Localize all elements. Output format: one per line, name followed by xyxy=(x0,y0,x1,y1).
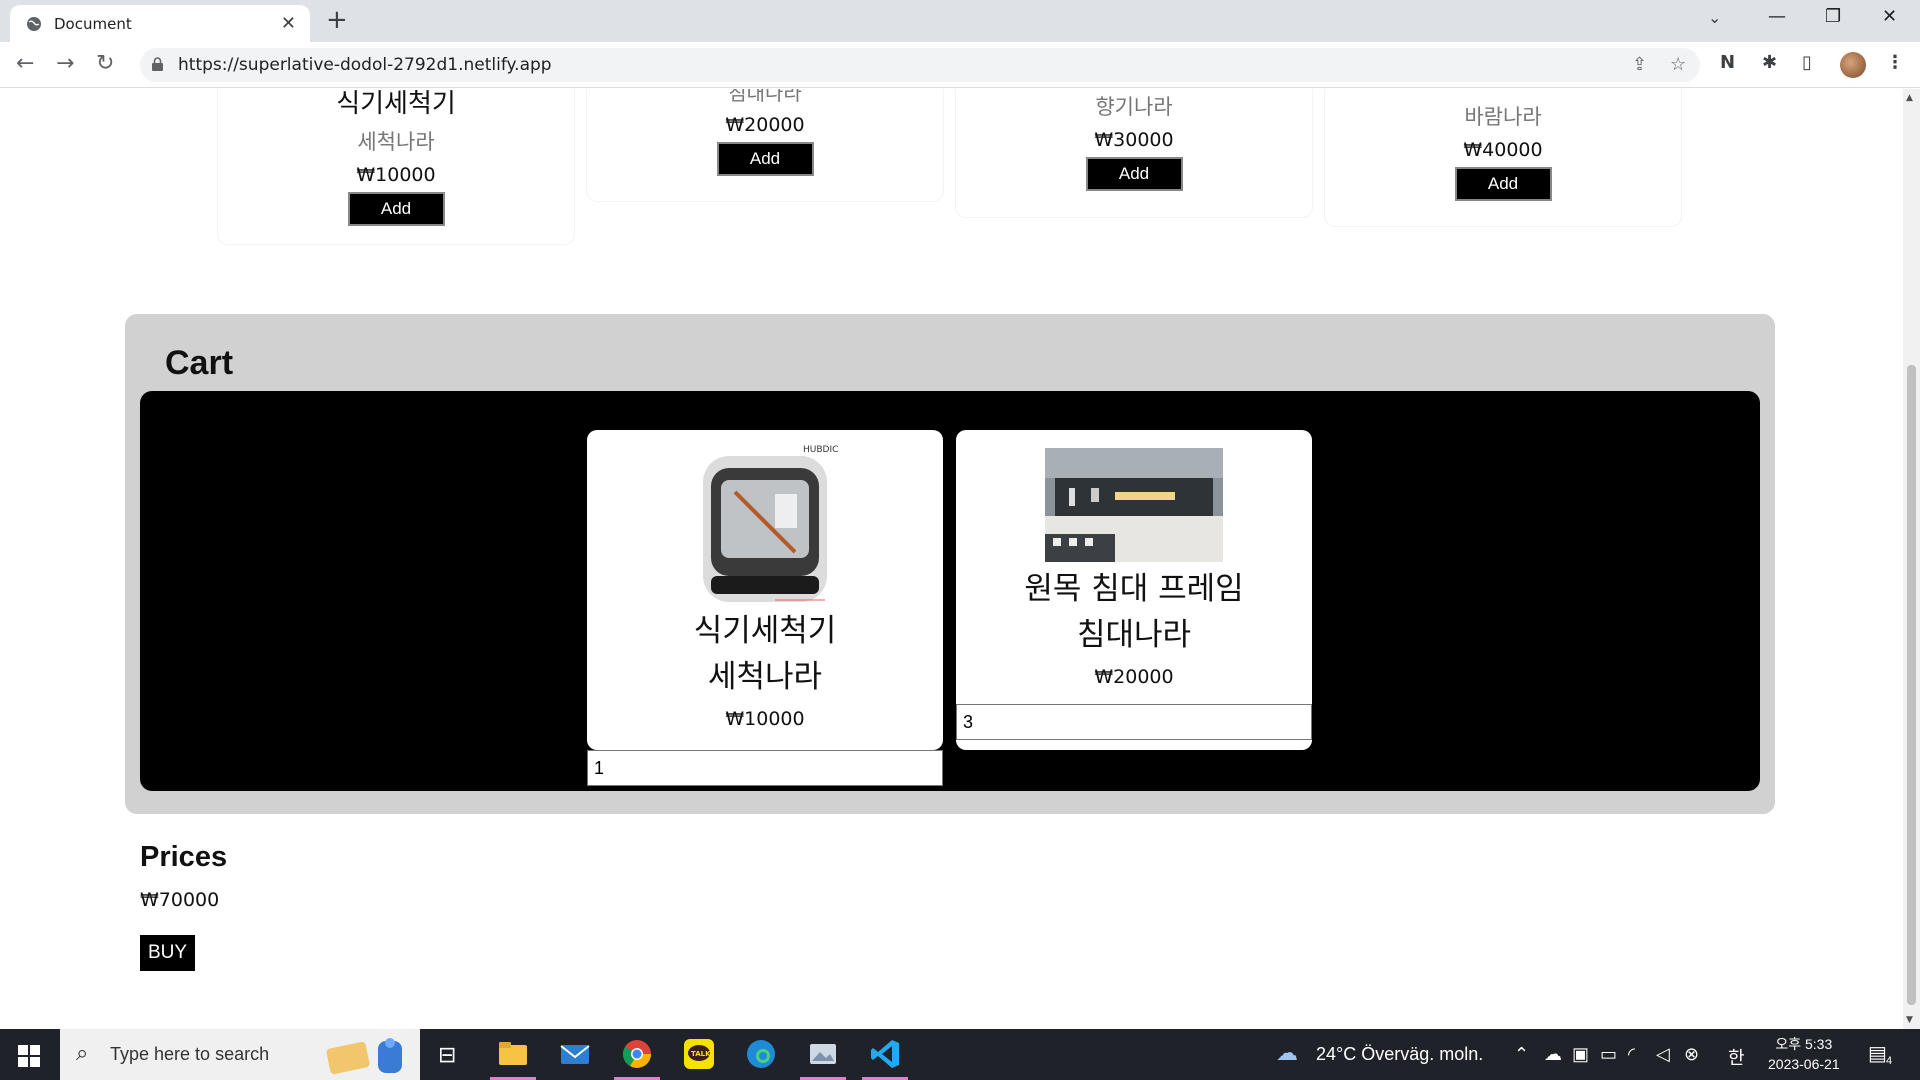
quantity-input[interactable]: 3 xyxy=(956,704,1312,740)
onedrive-icon[interactable]: ☁ xyxy=(1544,1044,1562,1065)
cart-list: HUBDIC 식기세척기 세척나라 ₩10000 1 원목 침대 프레임 침대나… xyxy=(140,391,1760,791)
cart-item: 원목 침대 프레임 침대나라 ₩20000 3 xyxy=(956,430,1312,750)
chrome-icon[interactable] xyxy=(620,1037,654,1071)
product-store: 바람나라 xyxy=(1464,105,1542,129)
mail-icon[interactable] xyxy=(558,1037,592,1071)
cart-item-price: ₩10000 xyxy=(725,708,805,730)
chevron-down-icon[interactable]: ⌄ xyxy=(1708,8,1721,27)
search-icon: ⌕ xyxy=(76,1041,89,1066)
minimize-icon[interactable]: — xyxy=(1768,6,1786,27)
clock[interactable]: 오후 5:33 2023-06-21 xyxy=(1768,1034,1840,1074)
photos-icon[interactable] xyxy=(806,1037,840,1071)
product-card: 바람나라 ₩40000 Add xyxy=(1325,89,1681,226)
svg-text:TALK: TALK xyxy=(691,1050,711,1058)
prices-total: ₩70000 xyxy=(140,889,220,911)
product-card: 식기세척기 세척나라 ₩10000 Add xyxy=(218,89,574,244)
close-tab-icon[interactable]: ✕ xyxy=(281,13,296,34)
notification-icon[interactable]: ▤ xyxy=(1868,1041,1887,1066)
chevron-up-icon[interactable]: ⌃ xyxy=(1514,1044,1529,1065)
puzzle-icon[interactable]: ✱ xyxy=(1762,52,1777,73)
close-window-icon[interactable]: ✕ xyxy=(1882,6,1897,27)
kakaotalk-icon[interactable]: TALK xyxy=(682,1037,716,1071)
side-panel-icon[interactable]: ▯ xyxy=(1802,52,1812,73)
new-tab-icon[interactable]: + xyxy=(326,6,348,34)
product-card: 침대나라 ₩20000 Add xyxy=(587,89,943,201)
scroll-thumb[interactable] xyxy=(1907,365,1916,1005)
taskbar-search[interactable]: ⌕ Type here to search xyxy=(60,1029,420,1080)
svg-text:HUBDIC: HUBDIC xyxy=(803,445,838,455)
product-price: ₩10000 xyxy=(356,164,436,186)
product-store: 향기나라 xyxy=(1095,95,1173,119)
address-bar[interactable]: https://superlative-dodol-2792d1.netlify… xyxy=(140,48,1700,82)
back-icon[interactable]: ← xyxy=(16,51,34,77)
wifi-icon[interactable]: ◜ xyxy=(1628,1044,1635,1065)
clock-date: 2023-06-21 xyxy=(1768,1056,1840,1072)
product-price: ₩40000 xyxy=(1463,139,1543,161)
task-view-icon[interactable]: ⊟ xyxy=(438,1042,456,1068)
error-icon[interactable]: ⊗ xyxy=(1684,1044,1699,1065)
product-store: 침대나라 xyxy=(728,89,802,105)
scroll-up-icon[interactable]: ▲ xyxy=(1906,93,1913,103)
vscode-icon[interactable] xyxy=(868,1037,902,1071)
add-button[interactable]: Add xyxy=(1454,167,1552,201)
extension-n-icon[interactable]: N xyxy=(1720,52,1735,73)
windows-taskbar: ⌕ Type here to search ⊟ TALK ☁ 24°C Över… xyxy=(0,1029,1920,1080)
windows-start-icon[interactable] xyxy=(18,1045,40,1067)
volume-icon[interactable]: ◁ xyxy=(1656,1044,1670,1065)
search-highlight-art xyxy=(326,1038,402,1075)
cart-item-name: 식기세척기 xyxy=(693,613,837,649)
browser-toolbar: ← → ↻ https://superlative-dodol-2792d1.n… xyxy=(0,42,1920,88)
cart-section: Cart HUBDIC 식기세척기 세척나라 ₩10000 1 원목 침대 프레… xyxy=(125,314,1775,814)
lock-icon xyxy=(152,57,163,71)
bed-frame-image xyxy=(1045,448,1223,562)
globe-icon xyxy=(27,17,41,31)
cart-item-store: 침대나라 xyxy=(1076,617,1192,653)
quantity-input[interactable]: 1 xyxy=(587,750,943,786)
browser-tab-bar: Document ✕ + ⌄ — ❐ ✕ xyxy=(0,0,1920,42)
menu-icon[interactable]: ⋮ xyxy=(1886,52,1904,73)
cart-title: Cart xyxy=(165,344,234,382)
weather-icon: ☁ xyxy=(1276,1040,1298,1065)
bookmark-star-icon[interactable]: ☆ xyxy=(1670,54,1686,75)
browser-tab[interactable]: Document ✕ xyxy=(10,5,310,42)
cart-item-name: 원목 침대 프레임 xyxy=(1024,571,1244,607)
buy-button[interactable]: BUY xyxy=(140,935,195,971)
share-icon[interactable]: ⇪ xyxy=(1632,54,1647,75)
restore-icon[interactable]: ❐ xyxy=(1825,6,1841,27)
search-placeholder: Type here to search xyxy=(110,1044,270,1064)
page-viewport: 식기세척기 세척나라 ₩10000 Add 침대나라 ₩20000 Add 향기… xyxy=(0,89,1903,1029)
clock-time: 오후 5:33 xyxy=(1775,1036,1833,1052)
edge-icon[interactable] xyxy=(744,1037,778,1071)
prices-title: Prices xyxy=(140,841,228,873)
file-explorer-icon[interactable] xyxy=(496,1037,530,1071)
add-button[interactable]: Add xyxy=(1085,157,1183,191)
network-icon[interactable]: ▣ xyxy=(1572,1044,1589,1065)
vertical-scrollbar[interactable]: ▲ ▼ xyxy=(1903,89,1920,1029)
product-name: 식기세척기 xyxy=(336,89,456,119)
product-price: ₩20000 xyxy=(725,114,805,136)
notification-count: 4 xyxy=(1886,1055,1893,1067)
profile-avatar[interactable] xyxy=(1840,52,1866,78)
product-store: 세척나라 xyxy=(357,130,435,154)
tab-title: Document xyxy=(54,15,132,33)
ime-indicator[interactable]: 한 xyxy=(1728,1044,1745,1070)
add-button[interactable]: Add xyxy=(716,142,814,176)
cart-item-store: 세척나라 xyxy=(707,659,823,695)
cart-item: HUBDIC 식기세척기 세척나라 ₩10000 1 xyxy=(587,430,943,786)
product-card: 향기나라 ₩30000 Add xyxy=(956,89,1312,217)
dishwasher-image: HUBDIC xyxy=(703,445,838,602)
weather-text[interactable]: 24°C Överväg. moln. xyxy=(1316,1044,1483,1065)
add-button[interactable]: Add xyxy=(347,192,445,226)
reload-icon[interactable]: ↻ xyxy=(96,51,114,77)
url-text: https://superlative-dodol-2792d1.netlify… xyxy=(178,55,552,75)
product-price: ₩30000 xyxy=(1094,129,1174,151)
battery-icon[interactable]: ▭ xyxy=(1600,1044,1617,1065)
forward-icon[interactable]: → xyxy=(56,51,74,77)
cart-item-price: ₩20000 xyxy=(1094,666,1174,688)
scroll-down-icon[interactable]: ▼ xyxy=(1906,1015,1913,1025)
